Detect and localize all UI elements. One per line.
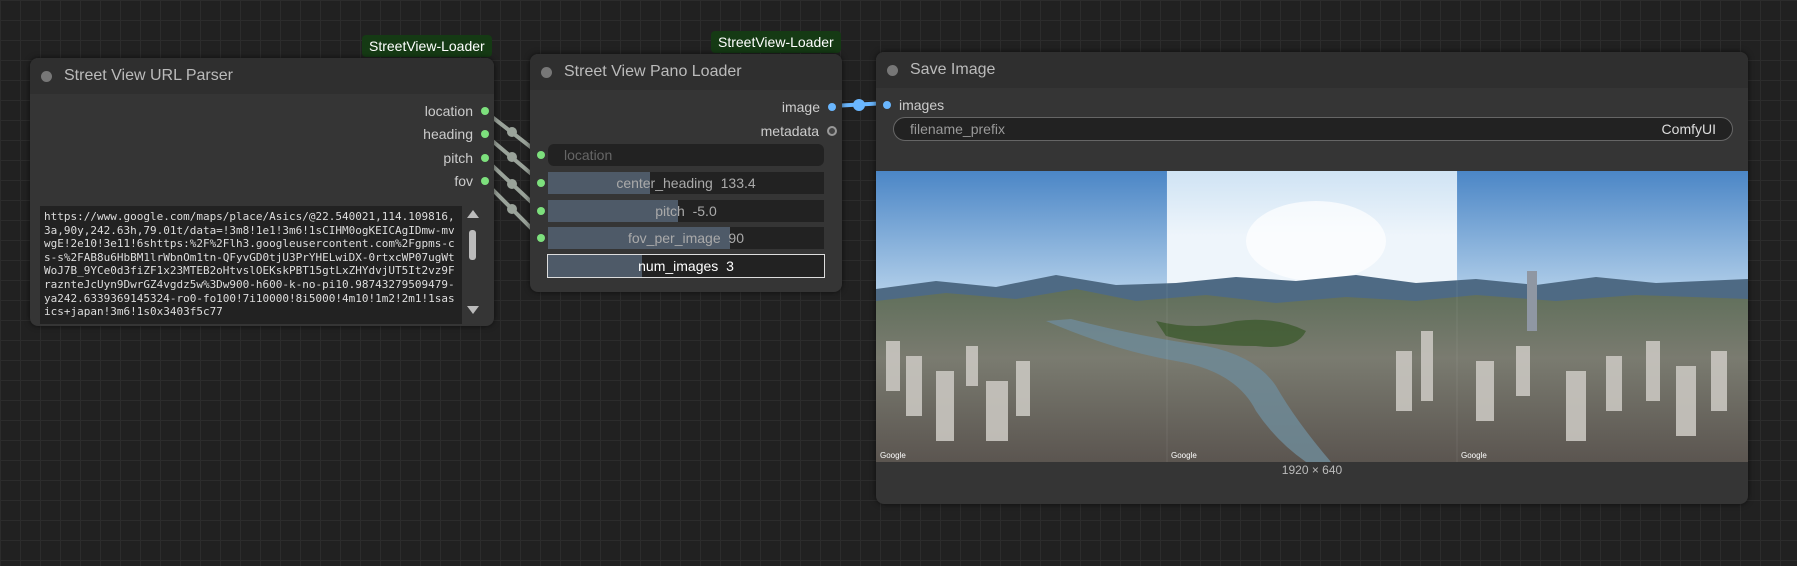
output-slot-fov[interactable]: fov <box>454 173 489 189</box>
pano-loader-title-bar[interactable]: Street View Pano Loader <box>530 54 842 90</box>
input-dot-icon[interactable] <box>537 234 545 242</box>
node-badge-url-parser: StreetView-Loader <box>362 35 492 57</box>
fov-per-image-slider[interactable]: fov_per_image 90 <box>548 227 824 249</box>
scroll-thumb[interactable] <box>469 230 476 260</box>
google-watermark: Google <box>1171 451 1197 460</box>
output-dot-icon[interactable] <box>828 103 836 111</box>
location-placeholder: location <box>564 147 613 163</box>
input-dot-icon[interactable] <box>537 207 545 215</box>
slot-label: images <box>899 97 945 113</box>
slot-label: fov <box>454 173 473 189</box>
input-slot-images[interactable]: images <box>883 97 944 113</box>
slider-label: fov_per_image 90 <box>628 230 744 246</box>
node-title: Street View Pano Loader <box>564 63 742 80</box>
collapse-dot-icon[interactable] <box>41 70 52 82</box>
slot-label: metadata <box>760 123 819 139</box>
url-parser-title-bar[interactable]: Street View URL Parser <box>30 58 494 94</box>
output-slot-heading[interactable]: heading <box>423 126 489 142</box>
output-slot-metadata[interactable]: metadata <box>761 123 837 139</box>
input-dot-icon[interactable] <box>537 151 545 159</box>
slot-label: heading <box>423 126 473 142</box>
input-dot-icon[interactable] <box>883 101 891 109</box>
scroll-up-icon[interactable] <box>467 210 479 218</box>
slider-label: center_heading 133.4 <box>616 175 756 191</box>
output-dot-icon[interactable] <box>827 126 837 136</box>
filename-prefix-input[interactable]: filename_prefix ComfyUI <box>893 117 1733 141</box>
output-dot-icon[interactable] <box>481 130 489 138</box>
save-image-node[interactable]: Save Image images filename_prefix ComfyU… <box>876 52 1748 504</box>
textarea-scrollbar[interactable] <box>466 210 480 314</box>
output-dot-icon[interactable] <box>481 107 489 115</box>
url-textarea[interactable]: https://www.google.com/maps/place/Asics/… <box>40 206 462 324</box>
output-slot-location[interactable]: location <box>425 103 489 119</box>
scroll-down-icon[interactable] <box>467 306 479 314</box>
google-watermark: Google <box>880 451 906 460</box>
input-dot-icon[interactable] <box>537 179 545 187</box>
slot-label: image <box>781 99 820 115</box>
location-input[interactable]: location <box>548 144 824 166</box>
output-dot-icon[interactable] <box>481 177 489 185</box>
save-image-title-bar[interactable]: Save Image <box>876 52 1748 88</box>
output-slot-image[interactable]: image <box>782 99 836 115</box>
google-watermark: Google <box>1461 451 1487 460</box>
collapse-dot-icon[interactable] <box>887 64 898 76</box>
image-size-label: 1920 × 640 <box>1281 463 1343 477</box>
node-badge-pano-loader: StreetView-Loader <box>711 31 841 53</box>
node-title: Save Image <box>910 61 996 78</box>
output-dot-icon[interactable] <box>481 154 489 162</box>
center-heading-slider[interactable]: center_heading 133.4 <box>548 172 824 194</box>
pitch-slider[interactable]: pitch -5.0 <box>548 200 824 222</box>
url-parser-node[interactable]: Street View URL Parser location heading … <box>30 58 494 326</box>
filename-prefix-value: ComfyUI <box>1661 121 1716 137</box>
slider-label: pitch -5.0 <box>655 203 717 219</box>
slot-label: pitch <box>443 150 473 166</box>
output-slot-pitch[interactable]: pitch <box>443 150 489 166</box>
slot-label: location <box>424 103 473 119</box>
pano-loader-node[interactable]: Street View Pano Loader image metadata l… <box>530 54 842 292</box>
collapse-dot-icon[interactable] <box>541 66 552 78</box>
slider-label: num_images 3 <box>638 258 734 274</box>
panorama-preview-image[interactable]: Google Google Google <box>876 171 1748 462</box>
filename-prefix-label: filename_prefix <box>910 121 1005 137</box>
node-title: Street View URL Parser <box>64 67 233 84</box>
num-images-slider[interactable]: num_images 3 <box>547 254 825 278</box>
